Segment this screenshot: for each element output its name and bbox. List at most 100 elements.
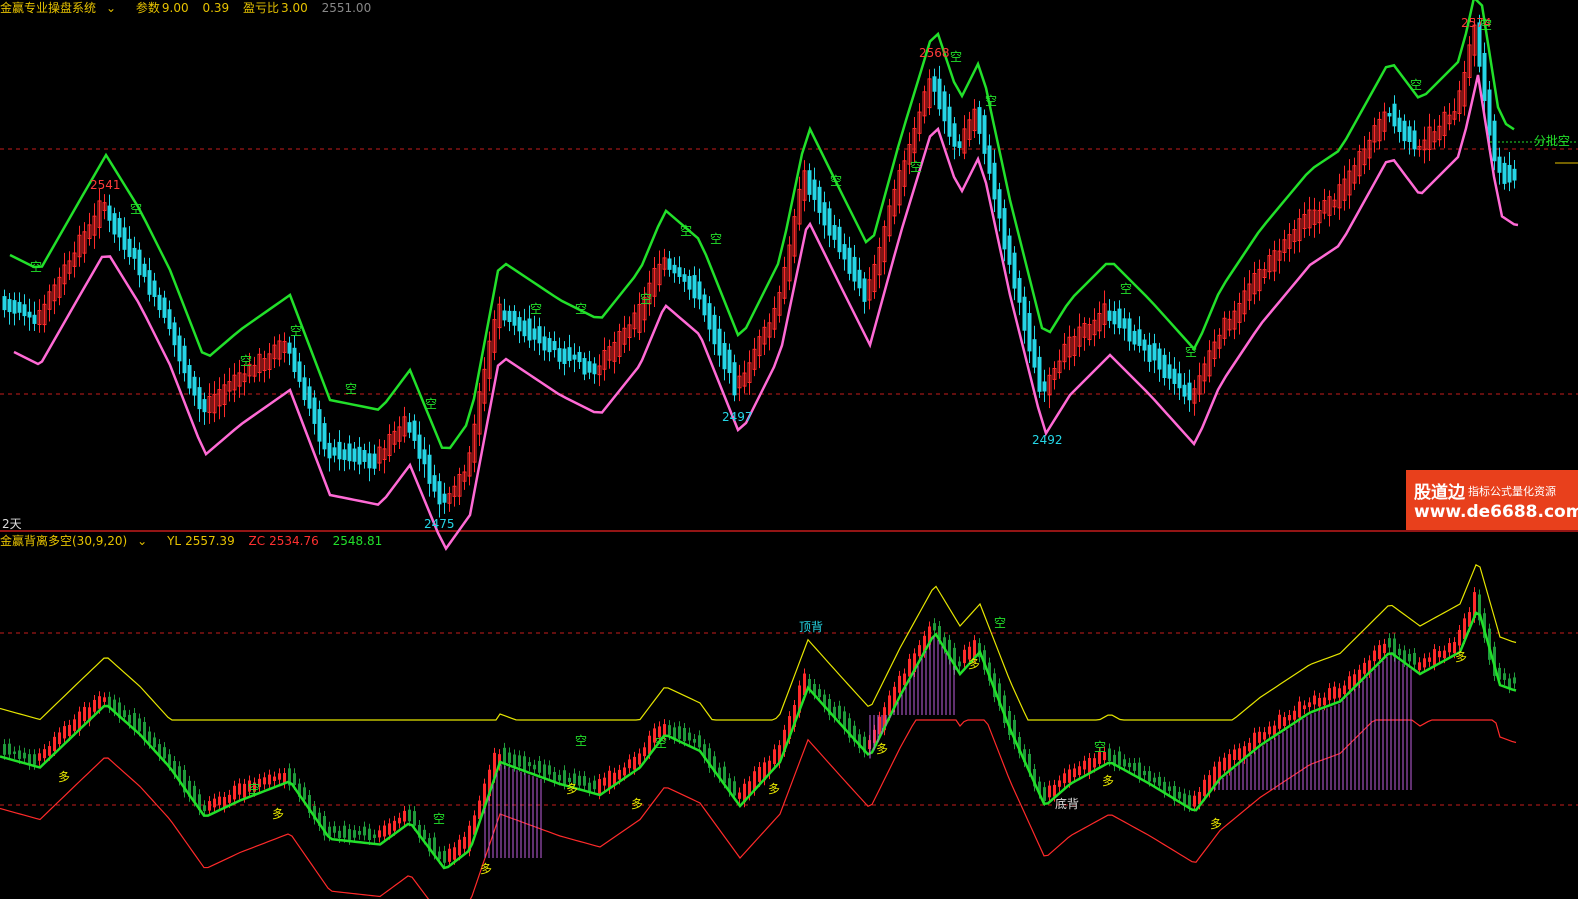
candle-body [368, 828, 371, 841]
candle-body [398, 817, 401, 824]
candle-body [1423, 658, 1426, 668]
top-indicator-name[interactable]: 金赢专业操盘系统 ⌄ [0, 1, 122, 15]
value2: 0.39 [202, 1, 230, 15]
candle-body [1108, 748, 1111, 762]
candle-body [1123, 759, 1126, 767]
candle-body [1127, 318, 1132, 342]
candle-body [363, 826, 366, 836]
candle-body [423, 829, 426, 840]
chart-canvas[interactable] [0, 0, 1578, 899]
long-signal-label: 多 [566, 782, 579, 796]
candle-body [297, 361, 302, 382]
long-signal-label: 多 [631, 797, 644, 811]
candle-body [162, 297, 167, 318]
candle-body [422, 449, 427, 465]
candle-body [332, 447, 337, 456]
candle-body [837, 226, 842, 253]
candle-body [303, 787, 306, 800]
top-indicator-header: 金赢专业操盘系统 ⌄ 参数 9.00 0.39 盈亏比 3.00 2551.00 [0, 0, 381, 16]
candle-body [958, 661, 961, 667]
candle-body [1193, 795, 1196, 807]
candle-body [203, 805, 206, 812]
candle-body [1482, 52, 1487, 102]
candle-body [1273, 725, 1276, 735]
candle-body [48, 746, 51, 756]
short-signal-label: 空 [425, 397, 438, 411]
short-signal-label: 空 [910, 160, 923, 174]
candle-body [918, 645, 921, 657]
candle-body [1238, 748, 1241, 760]
candle-body [598, 779, 601, 795]
candle-body [712, 314, 717, 345]
chevron-down-icon[interactable]: ⌄ [137, 534, 147, 548]
candle-body [268, 774, 271, 785]
candle-body [307, 386, 312, 409]
candle-body [348, 829, 351, 840]
candle-body [572, 354, 577, 360]
candle-body [38, 753, 41, 761]
candle-body [523, 756, 526, 771]
candle-body [373, 834, 376, 838]
candle-body [58, 732, 61, 745]
candle-body [393, 820, 396, 831]
short-signal-label: 空 [345, 382, 358, 396]
candle-body [98, 696, 101, 709]
value3: 2548.81 [332, 534, 383, 548]
candle-body [187, 365, 192, 389]
candle-body [518, 755, 521, 767]
candle-body [842, 244, 847, 260]
candle-body [27, 311, 32, 318]
candle-body [1063, 773, 1066, 784]
candle-body [1027, 312, 1032, 352]
short-signal-label: 空 [433, 812, 446, 826]
candle-body [693, 738, 696, 743]
zc-value: 2534.76 [269, 534, 319, 548]
short-signal-label: 空 [1094, 740, 1107, 754]
candle-body [317, 409, 322, 442]
watermark-brand: 股道边 [1414, 483, 1465, 503]
candle-body [103, 697, 106, 702]
candle-body [503, 747, 506, 764]
long-signal-label: 多 [272, 807, 285, 821]
candle-body [1167, 364, 1172, 379]
candle-body [692, 275, 697, 299]
candle-body [997, 189, 1002, 219]
candle-body [963, 649, 966, 664]
short-signal-label: 空 [1120, 282, 1133, 296]
candle-body [1487, 89, 1492, 136]
candle-body [292, 347, 297, 373]
candle-body [508, 752, 511, 763]
short-signal-label: 空 [1410, 78, 1423, 92]
candle-body [977, 107, 982, 134]
candle-body [362, 449, 367, 462]
chevron-down-icon[interactable]: ⌄ [106, 1, 116, 15]
candle-body [1178, 791, 1181, 799]
candle-body [1318, 697, 1321, 707]
candle-body [157, 294, 162, 311]
candle-body [73, 719, 76, 731]
candle-body [1443, 650, 1446, 659]
candle-body [1492, 120, 1497, 162]
candle-body [952, 123, 957, 147]
candle-body [552, 341, 557, 351]
candle-body [722, 343, 727, 370]
candle-body [1073, 768, 1076, 778]
candle-body [33, 754, 36, 765]
candle-body [383, 825, 386, 837]
candle-body [1258, 731, 1261, 743]
candle-body [347, 443, 352, 462]
candle-body [1323, 697, 1326, 706]
candle-body [547, 338, 552, 353]
candle-body [1152, 343, 1157, 361]
candle-body [857, 269, 862, 289]
candle-body [628, 759, 631, 769]
watermark-tagline: 指标公式量化资源 [1468, 485, 1556, 498]
long-signal-label: 多 [1455, 650, 1468, 664]
candle-body [228, 794, 231, 803]
candle-body [142, 263, 147, 277]
side-label: 分批空 [1534, 134, 1571, 148]
candle-body [412, 420, 417, 441]
candle-body [648, 735, 651, 754]
bottom-indicator-name[interactable]: 金赢背离多空(30,9,20) ⌄ [0, 534, 153, 548]
candle-body [1048, 785, 1051, 798]
